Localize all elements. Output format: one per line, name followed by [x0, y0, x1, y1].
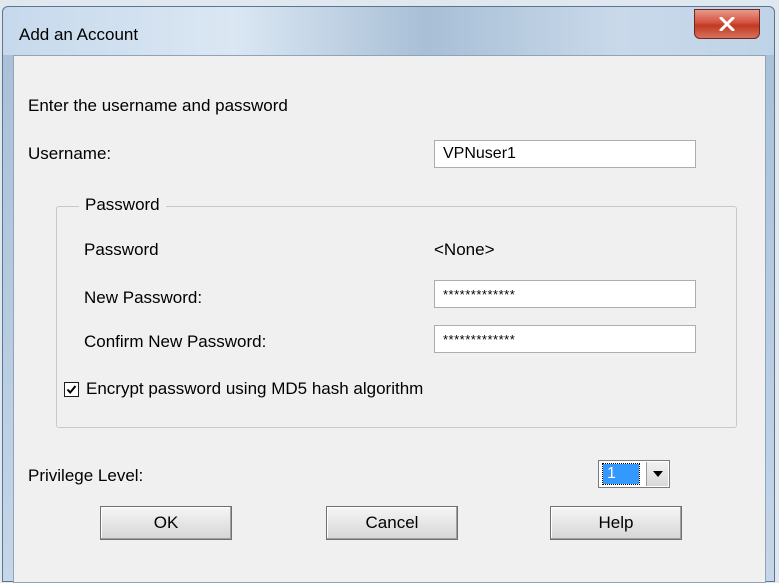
current-password-label: Password [84, 240, 159, 259]
privilege-level-value: 1 [602, 463, 640, 485]
dialog-title: Add an Account [19, 25, 139, 44]
encrypt-md5-label[interactable]: Encrypt password using MD5 hash algorith… [86, 379, 423, 399]
chevron-down-icon [652, 471, 663, 477]
confirm-password-input[interactable]: ************* [434, 325, 696, 353]
close-button[interactable] [694, 9, 760, 39]
encrypt-md5-checkbox[interactable] [64, 382, 79, 397]
instruction-text: Enter the username and password [28, 96, 288, 115]
new-password-label: New Password: [84, 288, 203, 307]
help-button[interactable]: Help [550, 506, 682, 540]
password-group-legend: Password [79, 195, 166, 215]
checkmark-icon [66, 385, 77, 395]
cancel-button[interactable]: Cancel [326, 506, 458, 540]
current-password-value: <None> [434, 240, 495, 259]
dialog-window: Add an Account Enter the username and pa… [2, 6, 775, 583]
title-bar[interactable]: Add an Account [3, 7, 774, 55]
privilege-level-select[interactable]: 1 [598, 460, 670, 488]
confirm-password-label: Confirm New Password: [84, 332, 267, 351]
ok-button[interactable]: OK [100, 506, 232, 540]
username-input[interactable]: VPNuser1 [434, 140, 696, 168]
username-label: Username: [28, 144, 112, 163]
dialog-client-area: Enter the username and password Username… [13, 55, 766, 583]
privilege-level-label: Privilege Level: [28, 466, 144, 485]
new-password-input[interactable]: ************* [434, 280, 696, 308]
close-x-icon [719, 17, 735, 31]
dropdown-arrow-button[interactable] [646, 462, 668, 486]
